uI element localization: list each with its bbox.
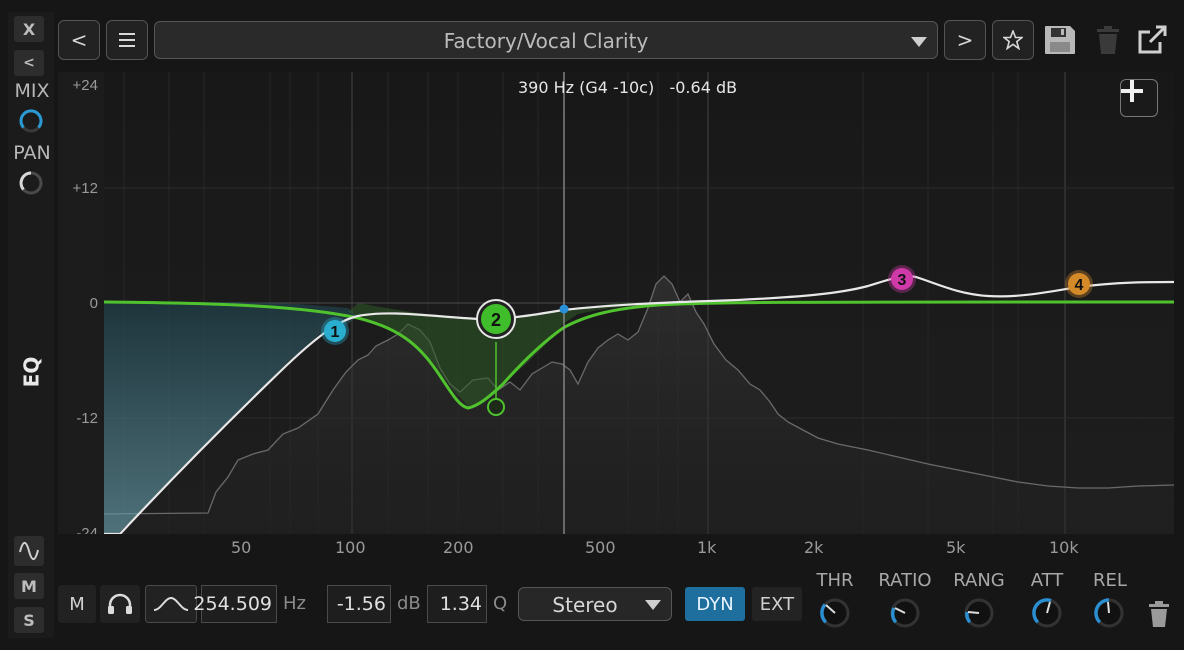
delete-preset-button[interactable] <box>1090 22 1126 58</box>
frequency-field[interactable]: 254.509 <box>193 585 277 623</box>
prev-preset-button[interactable]: < <box>58 20 100 60</box>
gain-field[interactable]: -1.56 <box>327 585 391 623</box>
cursor-dot <box>559 304 569 314</box>
dyn-button[interactable]: DYN <box>685 587 745 621</box>
freq-tick-label: 200 <box>443 538 474 557</box>
star-icon <box>1003 30 1023 50</box>
plus-icon <box>1121 80 1143 102</box>
external-link-icon <box>1138 25 1167 54</box>
band-node-4[interactable]: 4 <box>1065 270 1093 298</box>
db-tick-label: +12 <box>73 180 98 197</box>
favorite-button[interactable] <box>992 20 1034 60</box>
freq-axis: 50 100 200 500 1k 2k 5k 10k <box>0 538 1184 560</box>
mix-knob[interactable] <box>18 108 44 134</box>
stereo-mode-value: Stereo <box>552 593 618 617</box>
close-button[interactable]: X <box>14 16 44 42</box>
mute-all-button[interactable]: M <box>14 573 44 599</box>
headphones-icon <box>108 593 132 614</box>
cursor-readout: 390 Hz (G4 -10c) -0.64 dB <box>518 78 738 97</box>
q-unit: Q <box>493 593 508 614</box>
pan-label: PAN <box>13 142 51 164</box>
hamburger-icon <box>119 33 135 47</box>
collapse-button[interactable]: < <box>14 50 44 76</box>
floppy-icon <box>1045 26 1075 54</box>
band-node-2-label: 2 <box>491 310 501 330</box>
db-tick-label: +24 <box>73 77 98 94</box>
freq-tick-label: 5k <box>946 538 966 557</box>
band-shape-button[interactable] <box>145 585 197 623</box>
band-solo-button[interactable] <box>100 585 140 623</box>
freq-tick-label: 10k <box>1049 538 1079 557</box>
bell-curve-icon <box>153 596 189 611</box>
next-preset-button[interactable]: > <box>944 20 986 60</box>
eq-graph[interactable]: 1 2 3 4 +24 +12 0 -12 -24 390 Hz (G4 -10… <box>58 72 1174 534</box>
delete-band-button[interactable] <box>1146 600 1172 628</box>
band-mute-button[interactable]: M <box>58 585 96 623</box>
save-button[interactable] <box>1042 22 1078 58</box>
mix-label: MIX <box>14 80 50 102</box>
menu-button[interactable] <box>106 20 148 60</box>
solo-all-button[interactable]: S <box>14 607 44 633</box>
trash-icon <box>1149 601 1169 627</box>
freq-tick-label: 2k <box>804 538 824 557</box>
eq-graph-canvas[interactable]: 1 2 3 4 +24 +12 0 -12 -24 <box>58 72 1174 534</box>
band-node-1-label: 1 <box>331 324 340 341</box>
thr-knob[interactable] <box>818 596 852 630</box>
band-node-3[interactable]: 3 <box>888 265 916 293</box>
frequency-unit: Hz <box>283 593 306 614</box>
add-band-button[interactable] <box>1120 79 1158 117</box>
chevron-down-icon <box>645 600 661 610</box>
att-label: ATT <box>1030 570 1064 591</box>
db-tick-label: -24 <box>76 525 98 534</box>
chevron-down-icon <box>911 37 927 47</box>
rang-knob[interactable] <box>962 596 996 630</box>
att-knob[interactable] <box>1030 596 1064 630</box>
rel-label: REL <box>1093 570 1127 591</box>
freq-tick-label: 500 <box>585 538 616 557</box>
pan-knob[interactable] <box>18 170 44 196</box>
gain-unit: dB <box>397 593 421 614</box>
ext-button[interactable]: EXT <box>752 587 802 621</box>
rang-label: RANG <box>953 570 1005 591</box>
freq-tick-label: 100 <box>335 538 366 557</box>
db-tick-label: -12 <box>76 410 98 427</box>
freq-tick-label: 50 <box>231 538 252 557</box>
ratio-knob[interactable] <box>888 596 922 630</box>
q-field[interactable]: 1.34 <box>427 585 487 623</box>
db-tick-label: 0 <box>90 295 98 312</box>
band-2-gain-handle[interactable] <box>487 398 505 416</box>
freq-tick-label: 1k <box>697 538 717 557</box>
thr-label: THR <box>816 570 854 591</box>
trash-icon <box>1097 26 1119 54</box>
preset-name: Factory/Vocal Clarity <box>443 29 649 53</box>
rel-knob[interactable] <box>1092 596 1126 630</box>
ratio-label: RATIO <box>878 570 932 591</box>
popout-button[interactable] <box>1134 22 1170 58</box>
band-node-4-label: 4 <box>1075 277 1084 294</box>
eq-section-label: EQ <box>18 356 43 388</box>
band-node-3-label: 3 <box>898 272 907 289</box>
band-node-1[interactable]: 1 <box>321 317 349 345</box>
preset-selector[interactable]: Factory/Vocal Clarity <box>154 21 938 59</box>
stereo-mode-select[interactable]: Stereo <box>518 587 672 621</box>
band-node-2[interactable]: 2 <box>476 299 516 339</box>
